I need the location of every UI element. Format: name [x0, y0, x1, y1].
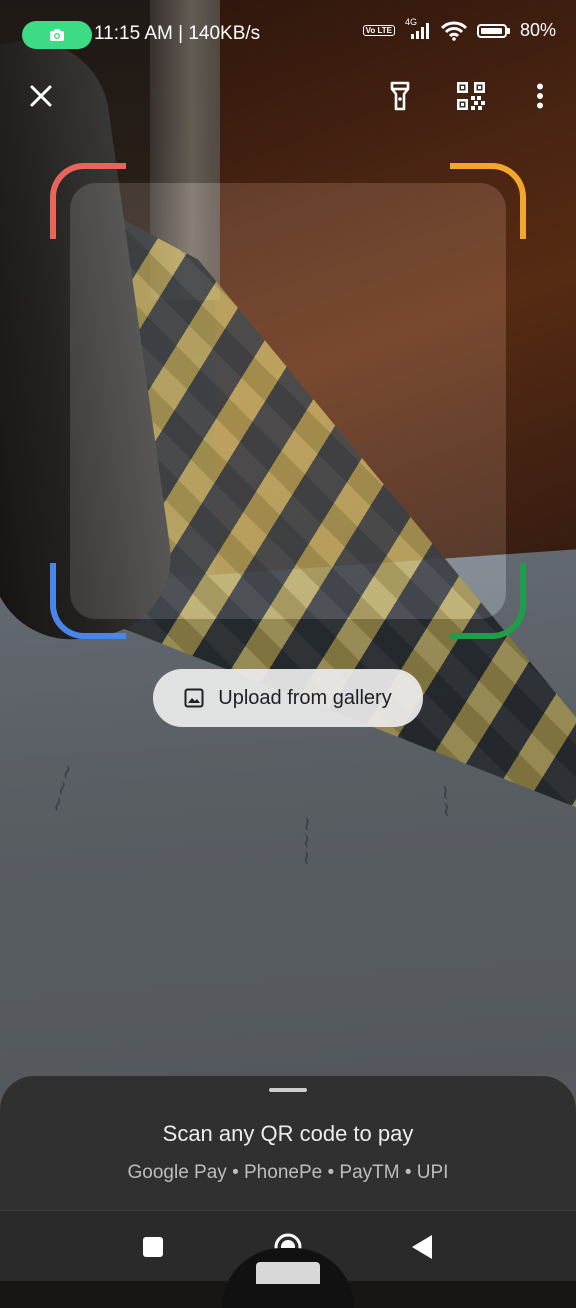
- scan-corner-bottom-left: [50, 563, 126, 639]
- scan-corner-top-left: [50, 163, 126, 239]
- volte-icon: Vo LTE: [362, 25, 395, 36]
- recents-button[interactable]: [135, 1229, 171, 1265]
- sheet-drag-handle[interactable]: [269, 1088, 307, 1092]
- battery-icon: [476, 23, 510, 38]
- upload-from-gallery-button[interactable]: Upload from gallery: [153, 669, 423, 727]
- scan-window: [70, 183, 506, 619]
- status-bar: 11:15 AM | 140KB/s Vo LTE 4G 80%: [0, 0, 576, 70]
- more-vert-icon: [537, 83, 543, 109]
- network-type: 4G: [404, 16, 417, 27]
- image-icon: [184, 688, 204, 708]
- sheet-title: Scan any QR code to pay: [162, 1121, 414, 1146]
- battery-percent: 80%: [519, 20, 556, 40]
- payment-info-sheet[interactable]: Scan any QR code to pay Google Pay • Pho…: [0, 1076, 576, 1210]
- upload-label: Upload from gallery: [218, 686, 392, 709]
- more-options-button[interactable]: [520, 76, 560, 116]
- wifi-icon: [440, 21, 467, 41]
- qr-code-icon: [457, 82, 485, 110]
- camera-icon: [50, 29, 64, 41]
- signal-icon: 4G: [405, 17, 431, 39]
- close-icon: [30, 85, 52, 107]
- scan-corner-top-right: [450, 163, 526, 239]
- back-triangle-icon: [412, 1235, 432, 1259]
- status-time-speed: 11:15 AM | 140KB/s: [94, 23, 261, 44]
- floating-shortcut-card: [256, 1262, 320, 1284]
- square-icon: [143, 1237, 163, 1257]
- camera-in-use-indicator: [22, 21, 92, 49]
- my-qr-code-button[interactable]: [451, 76, 491, 116]
- status-right-icons: Vo LTE 4G 80%: [362, 17, 556, 41]
- sheet-subtitle: Google Pay • PhonePe • PayTM • UPI: [127, 1162, 449, 1183]
- flashlight-button[interactable]: [380, 76, 420, 116]
- flashlight-icon: [390, 81, 410, 111]
- back-button[interactable]: [404, 1229, 440, 1265]
- scan-corner-bottom-right: [450, 563, 526, 639]
- close-button[interactable]: [21, 76, 61, 116]
